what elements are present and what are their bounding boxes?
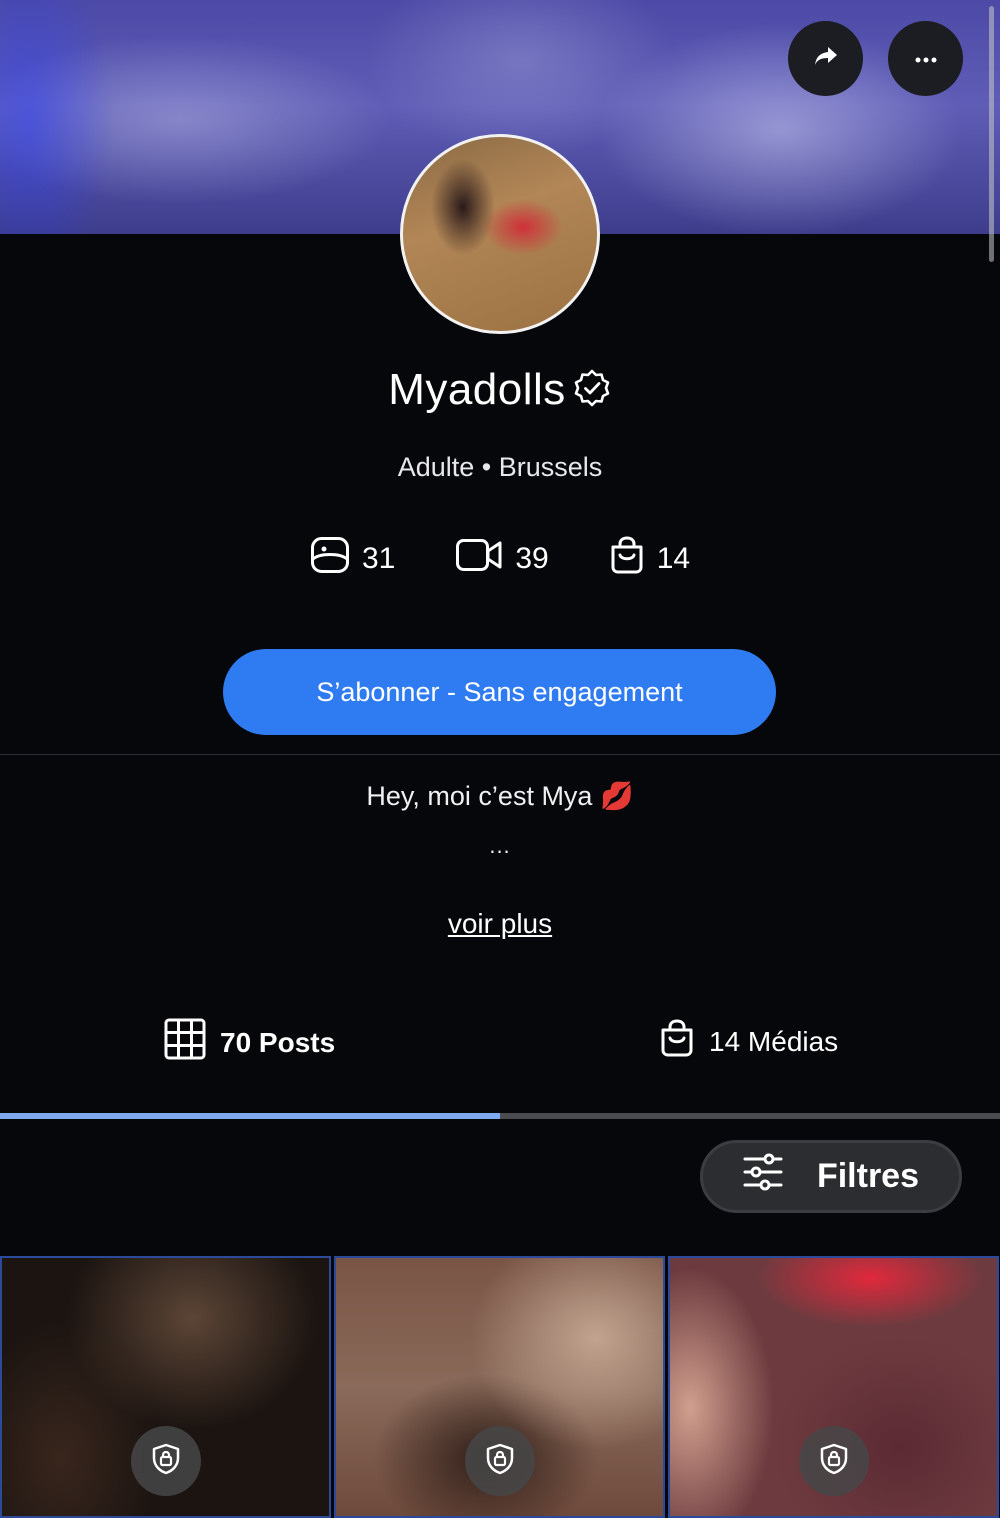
stat-medias: 14: [609, 535, 690, 583]
stat-videos: 39: [455, 537, 549, 581]
more-dots-icon: [915, 50, 937, 68]
locked-badge: [464, 1426, 535, 1496]
verified-badge-icon: [572, 368, 612, 413]
lock-shield-icon: [485, 1443, 515, 1480]
shopping-bag-icon: [609, 535, 645, 583]
profile-stats: 31 39 14: [0, 535, 1000, 583]
profile-name-row: Myadolls: [0, 365, 1000, 415]
more-options-button[interactable]: [888, 21, 963, 96]
post-tile[interactable]: [668, 1256, 999, 1518]
divider: [0, 754, 1000, 755]
tab-posts[interactable]: 70 Posts: [164, 1018, 335, 1067]
stat-photos: 31: [310, 536, 395, 582]
bio-ellipsis: ...: [489, 833, 511, 858]
lock-shield-icon: [819, 1443, 849, 1480]
post-tile[interactable]: [0, 1256, 331, 1518]
lock-shield-icon: [151, 1443, 181, 1480]
see-more-link: voir plus: [0, 908, 1000, 940]
profile-location: Brussels: [498, 452, 603, 482]
locked-badge: [798, 1426, 869, 1496]
filters-button[interactable]: Filtres: [700, 1140, 962, 1213]
tab-medias-label: 14 Médias: [709, 1025, 839, 1057]
subscribe-button[interactable]: S’abonner - Sans engagement: [223, 649, 776, 735]
share-button[interactable]: [788, 21, 863, 96]
filters-label: Filtres: [816, 1157, 920, 1195]
subtitle-separator: •: [481, 452, 492, 482]
bio-text: Hey, moi c’est Mya 💋: [366, 781, 634, 811]
posts-grid: [0, 1256, 1000, 1518]
grid-icon: [164, 1018, 206, 1067]
tab-medias[interactable]: 14 Médias: [659, 1018, 838, 1065]
sliders-icon: [743, 1153, 783, 1200]
see-more-label[interactable]: voir plus: [448, 908, 552, 939]
post-tile[interactable]: [334, 1256, 665, 1518]
tab-active-indicator: [0, 1113, 500, 1119]
profile-subtitle: Adulte • Brussels: [0, 452, 1000, 483]
video-camera-icon: [455, 537, 503, 581]
stat-photos-count: 31: [361, 542, 396, 575]
shopping-bag-icon: [659, 1018, 695, 1065]
scrollbar[interactable]: [989, 6, 994, 262]
image-icon: [310, 536, 350, 582]
tab-posts-label: 70 Posts: [220, 1026, 336, 1058]
profile-category: Adulte: [397, 452, 475, 482]
share-arrow-icon: [813, 45, 839, 72]
locked-badge: [130, 1426, 201, 1496]
stat-medias-count: 14: [656, 542, 691, 575]
avatar[interactable]: [400, 134, 600, 334]
profile-name: Myadolls: [388, 365, 566, 414]
stat-videos-count: 39: [515, 542, 549, 575]
